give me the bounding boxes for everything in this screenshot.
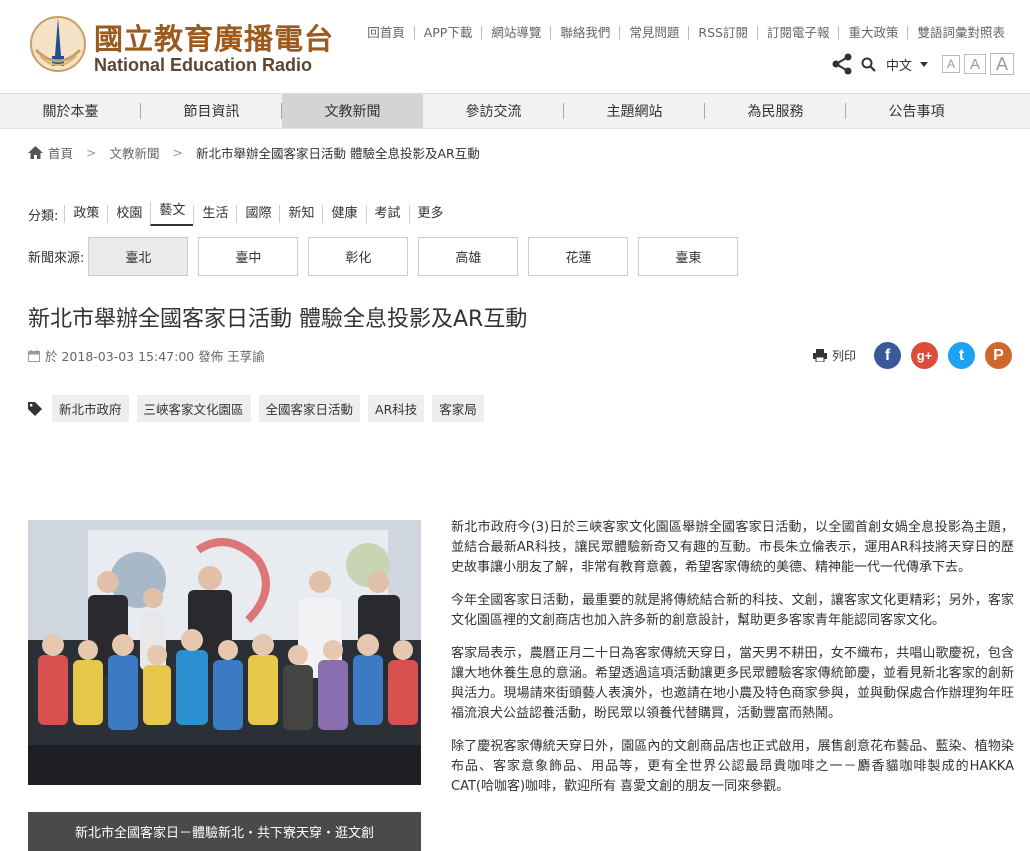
tag-item[interactable]: AR科技 bbox=[368, 395, 425, 422]
logo-emblem-icon bbox=[30, 16, 86, 72]
article-body: 新北市政府今(3)日於三峽客家文化園區舉辦全國客家日活動，以全國首創女媧全息投影… bbox=[451, 518, 1014, 810]
breadcrumb: 首頁 > 文教新聞 > 新北市舉辦全國客家日活動 體驗全息投影及AR互動 bbox=[28, 143, 480, 162]
site-header: 國立教育廣播電台 National Education Radio 回首頁 AP… bbox=[0, 0, 1030, 93]
category-item[interactable]: 考試 bbox=[365, 205, 409, 223]
article-photo bbox=[28, 520, 421, 785]
breadcrumb-separator: > bbox=[172, 145, 183, 160]
event-group-photo bbox=[28, 520, 421, 785]
photo-caption: 新北市全國客家日－體驗新北・共下寮天穿・逛文創 bbox=[28, 812, 421, 851]
top-link-newsletter[interactable]: 訂閱電子報 bbox=[756, 26, 839, 40]
category-item[interactable]: 新知 bbox=[279, 205, 322, 223]
site-logo[interactable]: 國立教育廣播電台 National Education Radio bbox=[28, 12, 333, 78]
top-link-sitemap[interactable]: 網站導覽 bbox=[481, 26, 550, 40]
font-size-large-button[interactable]: A bbox=[990, 53, 1014, 75]
logo-english-text: National Education Radio bbox=[94, 55, 313, 75]
tag-item[interactable]: 三峽客家文化園區 bbox=[136, 395, 251, 422]
breadcrumb-separator: > bbox=[86, 145, 97, 160]
tag-item[interactable]: 客家局 bbox=[432, 395, 484, 422]
category-label: 分類: bbox=[28, 208, 59, 224]
nav-item-education-news[interactable]: 文教新聞 bbox=[282, 94, 423, 128]
top-link-faq[interactable]: 常見問題 bbox=[619, 26, 688, 40]
social-share-buttons: f g+ t P bbox=[864, 342, 1012, 369]
print-button[interactable]: 列印 bbox=[812, 347, 856, 364]
home-icon bbox=[28, 146, 43, 159]
top-links: 回首頁 APP下載 網站導覽 聯絡我們 常見問題 RSS訂閱 訂閱電子報 重大政… bbox=[358, 26, 1014, 40]
language-selector[interactable]: 中文 bbox=[886, 55, 928, 74]
top-link-rss[interactable]: RSS訂閱 bbox=[688, 26, 757, 40]
category-item[interactable]: 更多 bbox=[408, 205, 452, 223]
print-label: 列印 bbox=[831, 349, 856, 363]
category-item[interactable]: 健康 bbox=[322, 205, 365, 223]
language-label: 中文 bbox=[885, 58, 912, 74]
main-nav: 關於本臺 節目資訊 文教新聞 參訪交流 主題網站 為民服務 公告事項 bbox=[0, 93, 1030, 129]
category-item[interactable]: 藝文 bbox=[150, 202, 194, 226]
nav-item-theme-sites[interactable]: 主題網站 bbox=[564, 94, 705, 128]
news-source-filter: 新聞來源: 臺北 臺中 彰化 高雄 花蓮 臺東 bbox=[28, 237, 748, 276]
article-actions: 列印 f g+ t P bbox=[812, 342, 1012, 369]
breadcrumb-home[interactable]: 首頁 bbox=[48, 143, 73, 162]
top-link-policy[interactable]: 重大政策 bbox=[838, 26, 907, 40]
article-title: 新北市舉辦全國客家日活動 體驗全息投影及AR互動 bbox=[28, 307, 528, 332]
nav-item-programs[interactable]: 節目資訊 bbox=[141, 94, 282, 128]
article-paragraph: 新北市政府今(3)日於三峽客家文化園區舉辦全國客家日活動，以全國首創女媧全息投影… bbox=[451, 520, 1014, 575]
nav-item-visits[interactable]: 參訪交流 bbox=[423, 94, 564, 128]
category-item[interactable]: 校園 bbox=[107, 205, 150, 223]
news-source-label: 新聞來源: bbox=[28, 251, 85, 266]
share-icon[interactable] bbox=[831, 53, 853, 75]
article-paragraph: 今年全國客家日活動，最重要的就是將傳統結合新的科技、文創，讓客家文化更精彩；另外… bbox=[451, 593, 1014, 628]
article-tags: 新北市政府 三峽客家文化園區 全國客家日活動 AR科技 客家局 bbox=[28, 395, 484, 422]
top-link-home[interactable]: 回首頁 bbox=[358, 26, 414, 40]
category-item[interactable]: 政策 bbox=[64, 205, 107, 223]
tag-item[interactable]: 新北市政府 bbox=[52, 395, 129, 422]
chevron-down-icon bbox=[920, 61, 928, 67]
news-source-button[interactable]: 臺東 bbox=[638, 237, 739, 276]
news-source-button[interactable]: 臺中 bbox=[198, 237, 299, 276]
top-link-glossary[interactable]: 雙語詞彙對照表 bbox=[907, 26, 1014, 40]
breadcrumb-current: 新北市舉辦全國客家日活動 體驗全息投影及AR互動 bbox=[196, 146, 480, 161]
plurk-icon[interactable]: P bbox=[985, 342, 1012, 369]
category-item[interactable]: 國際 bbox=[236, 205, 279, 223]
logo-chinese-text: 國立教育廣播電台 bbox=[94, 22, 335, 56]
search-icon[interactable] bbox=[861, 57, 876, 72]
nav-item-services[interactable]: 為民服務 bbox=[705, 94, 846, 128]
article-paragraph: 客家局表示，農曆正月二十日為客家傳統天穿日，當天男不耕田，女不織布，共唱山歌慶祝… bbox=[451, 646, 1014, 721]
tag-icon bbox=[28, 401, 42, 416]
top-link-app[interactable]: APP下載 bbox=[413, 26, 482, 40]
font-size-medium-button[interactable]: A bbox=[964, 54, 986, 74]
article-meta: 於 2018-03-03 15:47:00 發佈 王莩諭 bbox=[28, 346, 265, 365]
printer-icon bbox=[812, 349, 827, 362]
calendar-icon bbox=[28, 349, 40, 362]
news-source-button[interactable]: 高雄 bbox=[418, 237, 519, 276]
news-source-button[interactable]: 臺北 bbox=[88, 237, 189, 276]
article-publish-info: 於 2018-03-03 15:47:00 發佈 王莩諭 bbox=[45, 349, 265, 364]
top-link-contact[interactable]: 聯絡我們 bbox=[550, 26, 619, 40]
header-tools: 中文 A A A bbox=[831, 52, 1014, 76]
news-source-button[interactable]: 彰化 bbox=[308, 237, 409, 276]
breadcrumb-section[interactable]: 文教新聞 bbox=[110, 143, 160, 162]
category-filter: 分類: 政策 校園 藝文 生活 國際 新知 健康 考試 更多 bbox=[28, 202, 452, 226]
nav-item-about[interactable]: 關於本臺 bbox=[0, 94, 141, 128]
google-plus-icon[interactable]: g+ bbox=[911, 342, 938, 369]
category-item[interactable]: 生活 bbox=[193, 205, 236, 223]
facebook-icon[interactable]: f bbox=[874, 342, 901, 369]
nav-item-announcements[interactable]: 公告事項 bbox=[846, 94, 987, 128]
news-source-button[interactable]: 花蓮 bbox=[528, 237, 629, 276]
font-size-small-button[interactable]: A bbox=[942, 55, 960, 73]
twitter-icon[interactable]: t bbox=[948, 342, 975, 369]
tag-item[interactable]: 全國客家日活動 bbox=[258, 395, 361, 422]
article-paragraph: 除了慶祝客家傳統天穿日外，園區內的文創商品店也正式啟用，展售創意花布藝品、藍染、… bbox=[451, 739, 1014, 794]
